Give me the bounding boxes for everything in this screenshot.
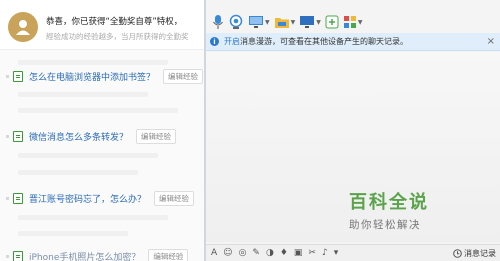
banner-congrats-text: 恭喜，你已获得“全勤奖自尊”特权， <box>46 17 183 27</box>
watermark-subtitle: 助你轻松解决 <box>349 219 421 231</box>
chevron-down-icon[interactable]: ▼ <box>265 19 270 26</box>
voice-icon[interactable]: ♦ <box>280 248 288 258</box>
more-icon[interactable]: ▾ <box>334 248 339 258</box>
document-icon <box>13 250 23 261</box>
blurred-text <box>18 231 128 236</box>
edit-experience-button[interactable]: 编辑经验 <box>154 190 195 206</box>
watermark-title: 百科全说 <box>349 192 429 213</box>
document-icon <box>13 70 23 82</box>
message-history-button[interactable]: 消息记录 <box>453 248 496 259</box>
chevron-down-icon[interactable]: ▼ <box>358 19 363 26</box>
article-title[interactable]: iPhone手机照片怎么加密？ <box>29 250 140 261</box>
list-item[interactable]: 微信消息怎么多条转发？ 编辑经验 <box>0 127 204 145</box>
folder-icon[interactable]: ▼ <box>274 13 296 31</box>
bullet-icon <box>6 134 9 138</box>
banner-detail-text: 經验成功的经验越多，当月所获得的全勤奖 <box>46 32 189 41</box>
list-item[interactable]: 怎么在电脑浏览器中添加书签？ 编辑经验 <box>0 67 204 85</box>
bullet-icon <box>6 196 9 200</box>
blurred-text <box>18 170 138 175</box>
remote-desktop-icon[interactable]: ▼ <box>299 13 321 31</box>
bullet-icon <box>6 74 9 78</box>
sticker-icon[interactable]: ✎ <box>252 248 260 258</box>
info-icon: i <box>210 37 219 46</box>
article-title[interactable]: 怎么在电脑浏览器中添加书签？ <box>29 70 155 83</box>
article-title[interactable]: 微信消息怎么多条转发？ <box>29 130 128 143</box>
close-icon[interactable]: × <box>487 36 495 47</box>
screen-share-icon[interactable]: ▼ <box>248 13 270 31</box>
roaming-notice-bar: i 开启 消息漫游，可查看在其他设备产生的聊天记录。 × <box>206 33 500 51</box>
music-icon[interactable]: ♪ <box>322 248 328 258</box>
font-icon[interactable]: A <box>211 248 217 258</box>
chat-toolbar: ▼ ▼ ▼ ▼ <box>206 12 500 32</box>
input-toolbar: A ☺ ◎ ✎ ◑ ♦ ▣ ✂ ♪ ▾ 消息记录 <box>206 244 500 261</box>
list-item[interactable]: iPhone手机照片怎么加密？ 编辑经验 <box>0 247 204 261</box>
chevron-down-icon[interactable]: ▼ <box>291 19 296 26</box>
document-icon <box>13 130 23 142</box>
chat-window: ▼ ▼ ▼ ▼ i 开启 消息漫游，可查看在其他设备产生的聊天记录。 × 百科全… <box>206 0 500 261</box>
blurred-text <box>18 153 158 158</box>
screenshot-icon[interactable]: ✂ <box>308 248 316 258</box>
apps-grid-icon[interactable]: ▼ <box>343 13 363 31</box>
camera-icon[interactable] <box>228 13 244 31</box>
list-item[interactable]: 晋江账号密码忘了，怎么办？ 编辑经验 <box>0 189 204 207</box>
gif-icon[interactable]: ◑ <box>266 248 274 258</box>
edit-experience-button[interactable]: 编辑经验 <box>148 248 189 261</box>
emoji-icon[interactable]: ☺ <box>223 248 232 258</box>
roaming-notice-text: 消息漫游，可查看在其他设备产生的聊天记录。 <box>240 37 408 46</box>
experience-list-pane: 恭喜，你已获得“全勤奖自尊”特权， 經验成功的经验越多，当月所获得的全勤奖 怎么… <box>0 0 204 261</box>
article-title[interactable]: 晋江账号密码忘了，怎么办？ <box>29 192 146 205</box>
add-app-icon[interactable] <box>325 13 339 31</box>
blurred-text <box>18 60 168 65</box>
medal-icon <box>8 12 38 42</box>
bullet-icon <box>6 254 9 258</box>
enable-roaming-link[interactable]: 开启 <box>224 36 240 47</box>
shake-icon[interactable]: ◎ <box>239 248 247 258</box>
blurred-text <box>18 92 148 97</box>
edit-experience-button[interactable]: 编辑经验 <box>136 128 177 144</box>
microphone-icon[interactable] <box>212 13 224 31</box>
message-history-label: 消息记录 <box>464 249 496 258</box>
achievement-banner: 恭喜，你已获得“全勤奖自尊”特权， 經验成功的经验越多，当月所获得的全勤奖 <box>0 0 204 50</box>
chevron-down-icon[interactable]: ▼ <box>316 19 321 26</box>
edit-experience-button[interactable]: 编辑经验 <box>163 68 204 84</box>
blurred-text <box>18 215 168 220</box>
document-icon <box>13 192 23 204</box>
blurred-text <box>18 108 178 113</box>
image-icon[interactable]: ▣ <box>294 248 303 258</box>
clock-icon <box>453 249 462 258</box>
watermark: 百科全说 助你轻松解决 <box>349 188 443 232</box>
